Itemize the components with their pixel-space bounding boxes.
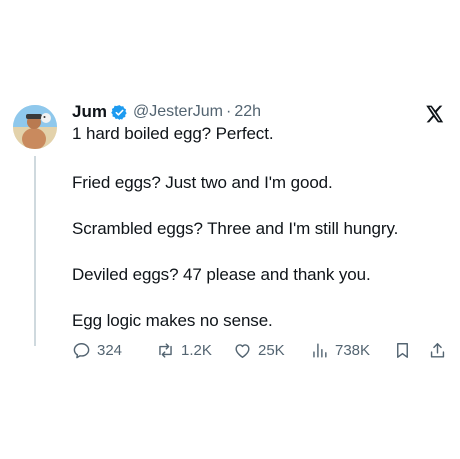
bookmark-icon — [397, 342, 408, 358]
repost-icon — [159, 342, 172, 358]
verified-badge-icon — [111, 104, 127, 120]
views-button[interactable]: 738K — [310, 338, 370, 362]
avatar-image — [13, 105, 57, 149]
like-count: 25K — [258, 341, 285, 359]
tweet-text-line-5: Egg logic makes no sense. — [72, 311, 273, 330]
like-button[interactable]: 25K — [233, 338, 285, 362]
separator-dot: · — [226, 103, 232, 120]
views-count: 738K — [335, 341, 371, 359]
tweet-text-line-2: Fried eggs? Just two and I'm good. — [72, 173, 333, 192]
tweet-card: Jum @JesterJum · 22h 1 hard boiled egg? … — [0, 0, 460, 459]
reply-button[interactable]: 324 — [72, 338, 122, 362]
tweet-text-line-4: Deviled eggs? 47 please and thank you. — [72, 265, 371, 284]
avatar[interactable] — [13, 105, 57, 149]
author-handle[interactable]: @JesterJum — [133, 103, 223, 121]
repost-button[interactable]: 1.2K — [156, 338, 212, 362]
action-bar: 324 1.2K 25K 738K — [72, 338, 448, 362]
bookmark-button[interactable] — [393, 338, 412, 362]
like-icon — [235, 343, 250, 358]
author-name[interactable]: Jum — [72, 102, 107, 122]
share-button[interactable] — [428, 338, 447, 362]
tweet-text-line-1: 1 hard boiled egg? Perfect. — [72, 124, 274, 143]
reply-icon — [73, 342, 90, 358]
x-logo-icon[interactable] — [424, 104, 444, 124]
views-icon — [313, 342, 327, 358]
timestamp[interactable]: 22h — [234, 103, 261, 121]
tweet-header: Jum @JesterJum · 22h — [72, 100, 261, 124]
repost-count: 1.2K — [181, 341, 212, 359]
thread-line — [34, 156, 36, 346]
share-icon — [430, 342, 445, 358]
reply-count: 324 — [97, 341, 123, 359]
tweet-text-line-3: Scrambled eggs? Three and I'm still hung… — [72, 219, 399, 238]
